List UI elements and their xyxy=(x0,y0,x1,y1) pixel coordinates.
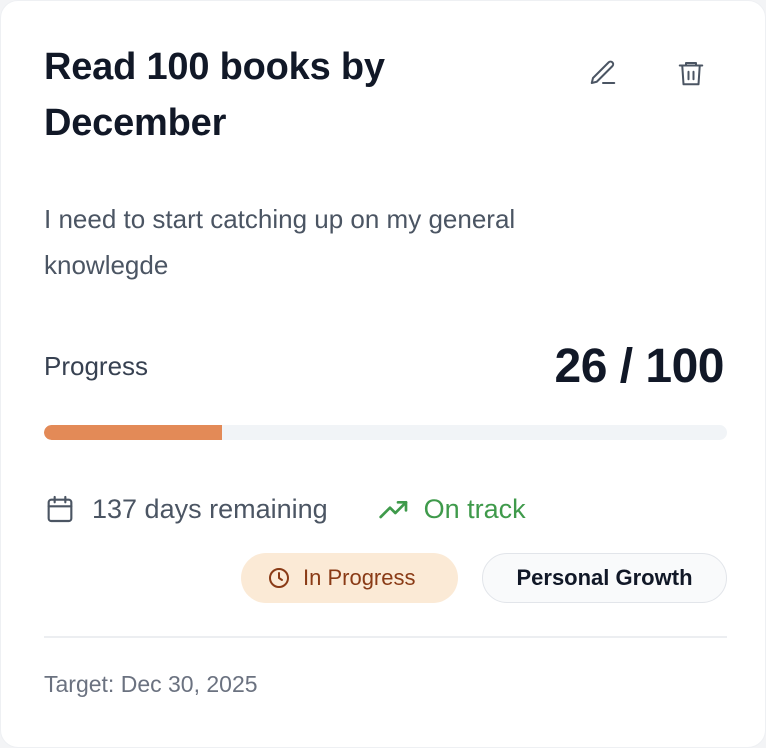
category-badge-label: Personal Growth xyxy=(516,565,693,590)
status-badge-label: In Progress xyxy=(303,565,416,590)
progress-bar-fill xyxy=(44,425,222,440)
goal-card: Read 100 books by December I need to sta… xyxy=(0,0,766,748)
pencil-icon xyxy=(590,60,616,84)
clock-icon xyxy=(269,568,289,588)
goal-title: Read 100 books by December xyxy=(44,46,385,144)
edit-button[interactable] xyxy=(579,49,627,97)
status-badge: In Progress xyxy=(241,553,458,603)
days-remaining-text: 137 days remaining xyxy=(92,493,328,524)
calendar-icon xyxy=(47,495,73,523)
trending-up-icon xyxy=(378,501,407,519)
progress-bar xyxy=(44,425,727,440)
days-remaining: 137 days remaining xyxy=(44,493,328,525)
category-badge: Personal Growth xyxy=(482,553,727,603)
divider xyxy=(44,636,727,638)
track-status-text: On track xyxy=(423,493,526,524)
goal-meta: 137 days remaining On track xyxy=(44,489,526,529)
delete-button[interactable] xyxy=(667,49,715,97)
progress-value: 26 / 100 xyxy=(554,340,725,393)
progress-label: Progress xyxy=(44,351,149,381)
track-status: On track xyxy=(378,493,526,525)
goal-description: I need to start catching up on my genera… xyxy=(44,204,516,280)
target-date: Target: Dec 30, 2025 xyxy=(44,671,258,697)
trash-icon xyxy=(678,62,704,86)
